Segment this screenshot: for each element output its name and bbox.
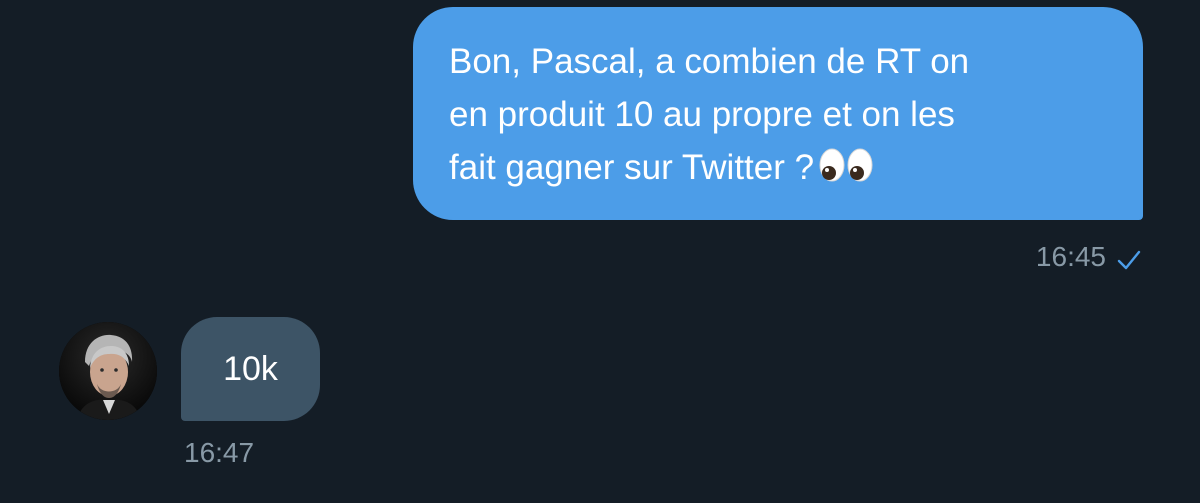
message-thread: Bon, Pascal, a combien de RT on en produ… bbox=[0, 0, 1200, 503]
message-text: 10k bbox=[223, 349, 278, 388]
outgoing-message-meta: 16:45 bbox=[1036, 239, 1142, 275]
message-line: Bon, Pascal, a combien de RT on bbox=[449, 42, 970, 81]
message-line-text: fait gagner sur Twitter ? bbox=[449, 148, 815, 187]
incoming-message-meta: 16:47 bbox=[184, 437, 254, 469]
message-timestamp: 16:45 bbox=[1035, 241, 1106, 272]
read-check-icon bbox=[1116, 246, 1142, 270]
outgoing-message-bubble[interactable]: Bon, Pascal, a combien de RT on en produ… bbox=[413, 7, 1143, 220]
message-line: fait gagner sur Twitter ? bbox=[449, 141, 1113, 194]
message-line: en produit 10 au propre et on les bbox=[449, 95, 955, 134]
message-timestamp: 16:47 bbox=[184, 437, 255, 468]
incoming-message-bubble[interactable]: 10k bbox=[181, 317, 320, 421]
sender-avatar[interactable] bbox=[59, 322, 157, 420]
eyes-emoji-icon bbox=[818, 145, 874, 198]
